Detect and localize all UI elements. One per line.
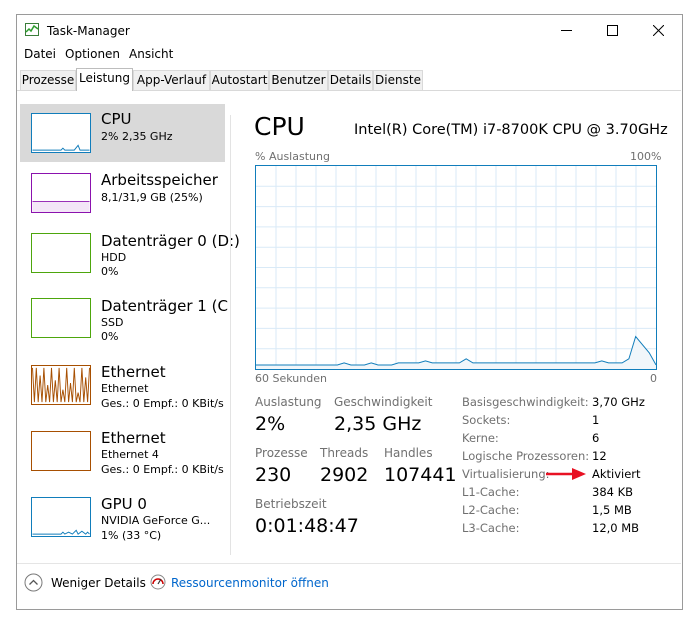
sidebar-item-subtitle: NVIDIA GeForce G... xyxy=(101,514,211,527)
detail-key: L2-Cache: xyxy=(462,503,520,517)
page-title: CPU xyxy=(254,112,305,141)
sidebar-item-detail: 0% xyxy=(101,265,119,278)
detail-value: 3,70 GHz xyxy=(592,395,645,409)
processes-value: 230 xyxy=(255,464,292,486)
tab-autostart[interactable]: Autostart xyxy=(210,70,269,90)
speed-value: 2,35 GHz xyxy=(334,413,422,435)
handles-value: 107441 xyxy=(384,464,457,486)
gpu-thumbnail-graph xyxy=(31,497,91,537)
close-icon xyxy=(652,24,664,36)
fewer-details-label: Weniger Details xyxy=(51,576,146,590)
detail-key: L3-Cache: xyxy=(462,521,520,535)
tab-app-verlauf[interactable]: App-Verlauf xyxy=(133,70,210,90)
tab-prozesse[interactable]: Prozesse xyxy=(20,70,76,90)
tab-benutzer[interactable]: Benutzer xyxy=(269,70,328,90)
panel-divider xyxy=(230,115,231,555)
uptime-value: 0:01:48:47 xyxy=(255,515,359,537)
detail-value: 1,5 MB xyxy=(592,503,632,517)
cpu-model-name: Intel(R) Core(TM) i7-8700K CPU @ 3.70GHz xyxy=(354,122,668,138)
close-button[interactable] xyxy=(635,15,681,45)
detail-value: 6 xyxy=(592,431,600,445)
sidebar-item-subtitle: Ethernet 4 xyxy=(101,448,159,461)
task-manager-app-icon xyxy=(25,23,39,36)
graph-time-label: 60 Sekunden xyxy=(255,372,327,385)
processes-label: Prozesse xyxy=(255,446,308,460)
detail-key: Virtualisierung: xyxy=(462,467,550,481)
cpu-thumbnail-graph xyxy=(31,113,91,153)
detail-key: Kerne: xyxy=(462,431,499,445)
detail-key: L1-Cache: xyxy=(462,485,520,499)
sidebar-item-detail: 0% xyxy=(101,330,119,343)
sidebar-item-title: Ethernet xyxy=(101,429,166,447)
uptime-label: Betriebszeit xyxy=(255,497,327,511)
detail-key: Basisgeschwindigkeit: xyxy=(462,395,589,409)
menu-datei[interactable]: Datei xyxy=(24,47,56,61)
detail-value: 384 KB xyxy=(592,485,634,499)
tab-dienste[interactable]: Dienste xyxy=(373,70,423,90)
sidebar-item-title: GPU 0 xyxy=(101,495,147,513)
detail-key: Logische Prozessoren: xyxy=(462,449,590,463)
resource-monitor-label: Ressourcenmonitor öffnen xyxy=(171,576,329,590)
graph-max-label: 100% xyxy=(630,150,662,163)
threads-label: Threads xyxy=(320,446,369,460)
sidebar-title-clip: Datenträger 1 (C: F xyxy=(101,297,229,317)
ethernet2-thumbnail-graph xyxy=(31,431,91,471)
disk1-thumbnail-graph xyxy=(31,298,91,338)
chevron-up-circle-icon xyxy=(24,573,43,592)
menu-ansicht[interactable]: Ansicht xyxy=(129,47,173,61)
handles-label: Handles xyxy=(384,446,433,460)
ethernet1-thumbnail-graph xyxy=(31,365,91,405)
sidebar-item-subtitle: Ethernet xyxy=(101,382,149,395)
resource-monitor-icon xyxy=(150,574,166,590)
cpu-utilization-graph xyxy=(255,165,657,370)
virtualization-value: Aktiviert xyxy=(592,467,641,481)
sidebar-item-title: Ethernet xyxy=(101,363,166,381)
detail-value: 12,0 MB xyxy=(592,521,640,535)
sidebar-item-detail: Ges.: 0 Empf.: 0 KBit/s xyxy=(101,463,224,476)
footer-divider xyxy=(17,563,681,564)
sidebar-item-title: Datenträger 1 (C: F xyxy=(101,297,229,315)
speed-label: Geschwindigkeit xyxy=(334,395,433,409)
sidebar-item-title: Datenträger 0 (D:) xyxy=(101,232,240,250)
maximize-button[interactable] xyxy=(589,15,635,45)
menu-optionen[interactable]: Optionen xyxy=(65,47,120,61)
cpu-graph-canvas xyxy=(256,166,656,369)
detail-value: 1 xyxy=(592,413,600,427)
sidebar-item-subtitle: 2% 2,35 GHz xyxy=(101,130,173,143)
sidebar-item-subtitle: 8,1/31,9 GB (25%) xyxy=(101,191,203,204)
red-arrow-icon xyxy=(546,468,586,480)
detail-key: Sockets: xyxy=(462,413,511,427)
sidebar-item-detail: 1% (33 °C) xyxy=(101,529,162,542)
window-title: Task-Manager xyxy=(47,24,130,38)
sidebar-item-title: CPU xyxy=(101,110,132,128)
graph-y-axis-label: % Auslastung xyxy=(255,150,330,163)
utilization-value: 2% xyxy=(255,413,286,435)
threads-value: 2902 xyxy=(320,464,369,486)
maximize-icon xyxy=(606,24,618,36)
sidebar-item-detail: Ges.: 0 Empf.: 0 KBit/s xyxy=(101,397,224,410)
title-bar[interactable]: Task-Manager xyxy=(17,15,681,45)
sidebar-item-subtitle: HDD xyxy=(101,251,127,264)
memory-thumbnail-graph xyxy=(31,173,91,213)
minimize-button[interactable] xyxy=(543,15,589,45)
sidebar-item-subtitle: SSD xyxy=(101,316,124,329)
tab-details[interactable]: Details xyxy=(328,70,373,90)
minimize-icon xyxy=(560,29,572,31)
utilization-label: Auslastung xyxy=(255,395,322,409)
sidebar-item-title: Arbeitsspeicher xyxy=(101,171,218,189)
disk0-thumbnail-graph xyxy=(31,233,91,273)
detail-value: 12 xyxy=(592,449,607,463)
graph-min-label: 0 xyxy=(650,372,657,385)
tab-leistung[interactable]: Leistung xyxy=(76,68,133,91)
